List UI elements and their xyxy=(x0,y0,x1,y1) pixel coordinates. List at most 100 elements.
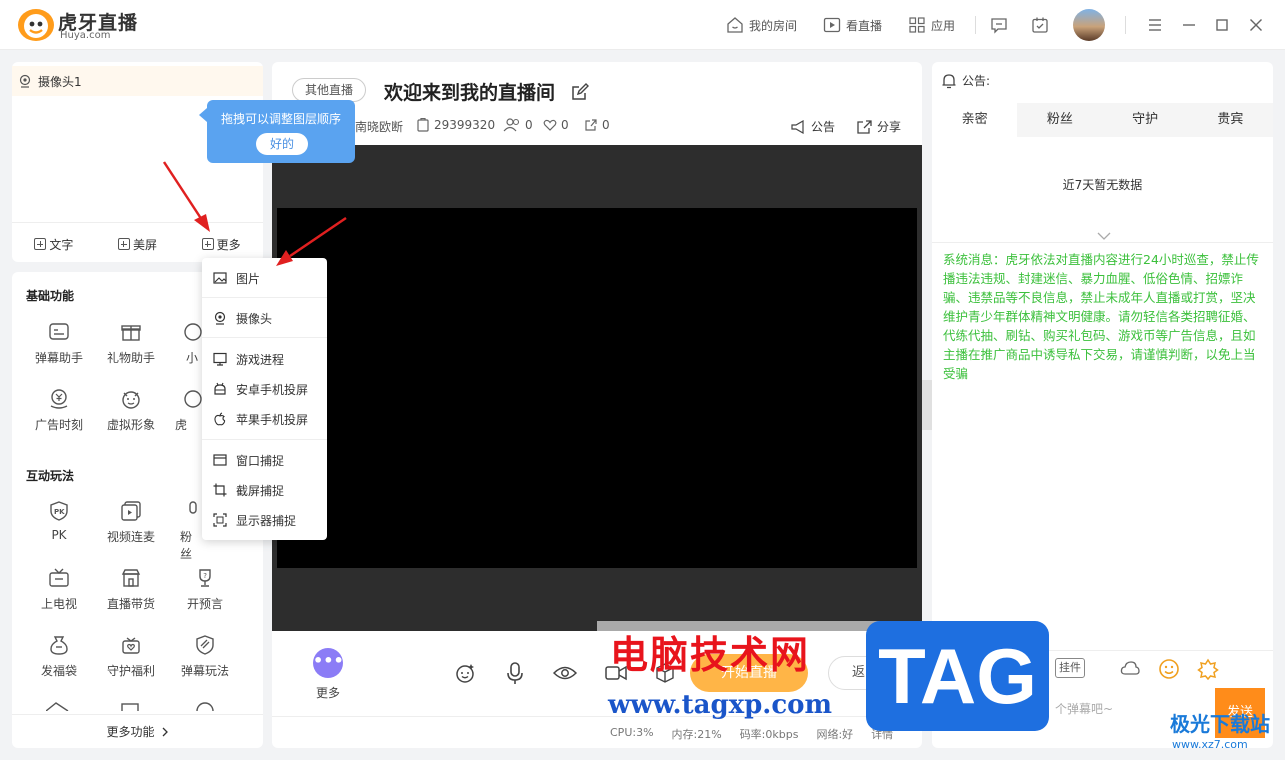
notice-header: 公告: xyxy=(942,72,990,89)
feature-partial-2[interactable]: 虎 xyxy=(170,388,202,433)
collapse-handle[interactable] xyxy=(922,380,932,430)
feature-prediction[interactable]: ? 开预言 xyxy=(170,567,240,612)
category-tag[interactable]: 其他直播 xyxy=(292,78,366,102)
feature-pk[interactable]: PK PK xyxy=(24,500,94,542)
shield-icon xyxy=(196,635,214,655)
watermark-tag-logo: TAG xyxy=(866,621,1049,731)
watermark-jiguang: 极光下载站 xyxy=(1170,712,1270,736)
menu-item-game-process[interactable]: 游戏进程 xyxy=(202,344,327,374)
effects-icon[interactable] xyxy=(454,662,476,684)
add-source-menu: 图片 摄像头 游戏进程 安卓手机投屏 苹果手机投屏 窗口捕捉 截屏捕捉 显示器捕… xyxy=(202,258,327,540)
feature-video-link[interactable]: 视频连麦 xyxy=(96,500,166,545)
apps-label: 应用 xyxy=(931,18,956,33)
feature-virtual-avatar[interactable]: 虚拟形象 xyxy=(96,388,166,433)
avatar[interactable] xyxy=(1073,9,1105,41)
source-camera-1[interactable]: 摄像头1 xyxy=(12,66,263,96)
calendar-button[interactable] xyxy=(1031,14,1049,36)
camera-icon xyxy=(19,74,31,88)
huya-logo-icon xyxy=(18,9,54,41)
emoji-icon[interactable] xyxy=(1158,658,1180,680)
crop-icon xyxy=(213,483,227,497)
home-icon xyxy=(727,17,743,33)
feature-fans[interactable]: 粉丝 xyxy=(170,500,202,562)
video-link-icon xyxy=(121,501,141,521)
preview-canvas[interactable] xyxy=(277,208,917,568)
feature-icon xyxy=(184,390,202,408)
feature-label: 开预言 xyxy=(186,597,223,611)
feature-on-tv[interactable]: 上电视 xyxy=(24,567,94,612)
watermark-jiguang-url: www.xz7.com xyxy=(1172,738,1248,751)
divider xyxy=(932,242,1273,243)
announce-button[interactable]: 公告 xyxy=(791,118,835,135)
divider xyxy=(1125,16,1126,34)
share-count: 0 xyxy=(584,118,610,132)
menu-item-display-capture[interactable]: 显示器捕捉 xyxy=(202,505,327,535)
feature-partial-1[interactable]: 小 xyxy=(170,321,202,366)
menu-item-apple-cast[interactable]: 苹果手机投屏 xyxy=(202,404,327,434)
danmu-input[interactable]: 个弹幕吧~ xyxy=(1055,700,1113,717)
share-button[interactable]: 分享 xyxy=(857,118,901,135)
menu-divider xyxy=(202,439,327,440)
feature-danmu-helper[interactable]: 弹幕助手 xyxy=(24,321,94,366)
hamburger-icon xyxy=(1149,19,1161,31)
menu-item-label: 摄像头 xyxy=(236,311,273,326)
feature-ad-time[interactable]: 广告时刻 xyxy=(24,388,94,433)
tab-intimacy[interactable]: 亲密 xyxy=(932,103,1018,137)
feature-label: 直播带货 xyxy=(106,597,155,611)
room-id-value: 29399320 xyxy=(434,118,496,132)
menu-divider xyxy=(202,297,327,298)
plugin-button[interactable]: 挂件 xyxy=(1055,658,1085,678)
eye-icon[interactable] xyxy=(553,663,577,683)
tooltip-text: 拖拽可以调整图层顺序 xyxy=(220,112,341,126)
menu-item-label: 安卓手机投屏 xyxy=(236,382,309,397)
microphone-icon[interactable] xyxy=(505,661,525,685)
menu-item-label: 游戏进程 xyxy=(236,352,285,367)
chevron-right-icon xyxy=(162,727,168,736)
tab-vip[interactable]: 贵宾 xyxy=(1187,103,1273,137)
my-room-label: 我的房间 xyxy=(749,18,798,33)
menu-item-android-cast[interactable]: 安卓手机投屏 xyxy=(202,374,327,404)
trophy-icon: ? xyxy=(199,569,211,587)
annotation-arrows xyxy=(162,161,347,266)
feature-label: 弹幕玩法 xyxy=(180,664,229,678)
feature-guard-benefit[interactable]: 守护福利 xyxy=(96,634,166,679)
status-bar: CPU:3% 内存:21% 码率:0kbps 网络:好 详情 xyxy=(610,726,893,742)
my-room-button[interactable]: 我的房间 xyxy=(726,14,797,36)
feature-gift-helper[interactable]: 礼物助手 xyxy=(96,321,166,366)
menu-item-screenshot-capture[interactable]: 截屏捕捉 xyxy=(202,475,327,505)
maximize-button[interactable] xyxy=(1213,14,1231,36)
menu-item-window-capture[interactable]: 窗口捕捉 xyxy=(202,445,327,475)
close-icon xyxy=(1250,19,1262,31)
feature-lucky-bag[interactable]: 发福袋 xyxy=(24,634,94,679)
feature-danmu-play[interactable]: 弹幕玩法 xyxy=(170,634,240,679)
close-button[interactable] xyxy=(1247,14,1265,36)
chevron-down-icon[interactable] xyxy=(1097,232,1111,240)
message-icon xyxy=(991,18,1007,34)
menu-button[interactable] xyxy=(1146,14,1164,36)
window-icon xyxy=(213,454,227,466)
menu-item-label: 窗口捕捉 xyxy=(236,453,285,468)
stream-title: 欢迎来到我的直播间 xyxy=(384,82,556,104)
sticker-icon[interactable] xyxy=(1197,658,1219,680)
bell-icon xyxy=(942,73,956,88)
tab-guard[interactable]: 守护 xyxy=(1102,103,1188,137)
menu-item-camera[interactable]: 摄像头 xyxy=(202,303,327,333)
more-circle-button[interactable]: ••• xyxy=(313,648,344,678)
minimize-button[interactable] xyxy=(1180,14,1198,36)
apps-button[interactable]: 应用 xyxy=(908,14,955,36)
watch-live-button[interactable]: 看直播 xyxy=(823,14,882,36)
feature-live-sales[interactable]: 直播带货 xyxy=(96,567,166,612)
logo-sub: Huya.com xyxy=(60,30,111,41)
tab-fans[interactable]: 粉丝 xyxy=(1017,103,1103,137)
add-text-button[interactable]: 文字 xyxy=(34,236,73,253)
more-functions-button[interactable]: 更多功能 xyxy=(12,714,263,748)
message-button[interactable] xyxy=(990,14,1008,36)
more-label: 更多 xyxy=(316,686,341,700)
cloud-icon[interactable] xyxy=(1120,659,1140,679)
source-camera-label: 摄像头1 xyxy=(38,74,82,89)
edit-icon[interactable] xyxy=(571,83,589,101)
room-id: 29399320 xyxy=(416,118,495,132)
coin-icon xyxy=(50,389,68,409)
feature-label: 视频连麦 xyxy=(106,530,155,544)
menu-item-label: 苹果手机投屏 xyxy=(236,412,309,427)
